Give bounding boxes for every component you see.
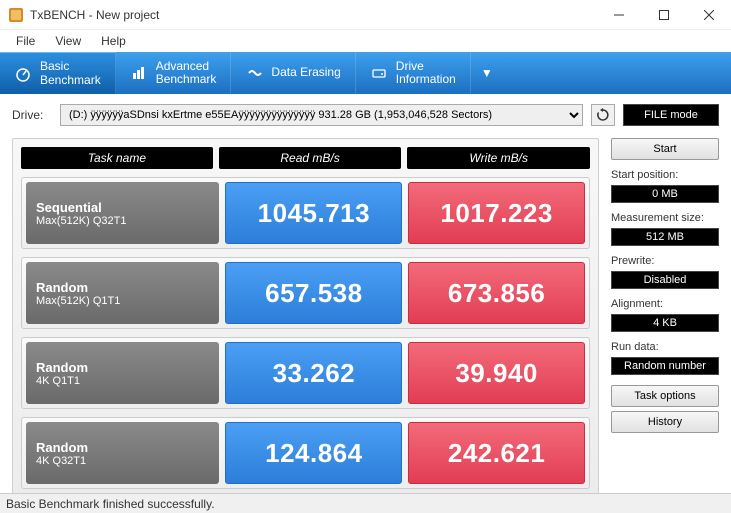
prewrite-value[interactable]: Disabled <box>611 271 719 289</box>
result-row: Random4K Q32T1 124.864 242.621 <box>21 417 590 489</box>
refresh-button[interactable] <box>591 104 615 126</box>
tab-dropdown[interactable]: ▼ <box>471 52 503 94</box>
prewrite-label: Prewrite: <box>611 255 719 267</box>
run-data-label: Run data: <box>611 341 719 353</box>
write-value: 1017.223 <box>408 182 585 244</box>
app-icon <box>8 7 24 23</box>
task-cell: SequentialMax(512K) Q32T1 <box>26 182 219 244</box>
start-position-label: Start position: <box>611 169 719 181</box>
result-row: RandomMax(512K) Q1T1 657.538 673.856 <box>21 257 590 329</box>
task-cell: RandomMax(512K) Q1T1 <box>26 262 219 324</box>
minimize-button[interactable] <box>596 0 641 30</box>
read-value: 657.538 <box>225 262 402 324</box>
erase-icon <box>245 64 263 82</box>
tab-drive-information[interactable]: Drive Information <box>356 52 471 94</box>
gauge-icon <box>14 65 32 83</box>
start-button[interactable]: Start <box>611 138 719 160</box>
header-task: Task name <box>21 147 213 169</box>
menu-file[interactable]: File <box>6 32 45 50</box>
refresh-icon <box>596 108 610 122</box>
run-data-value[interactable]: Random number <box>611 357 719 375</box>
file-mode-button[interactable]: FILE mode <box>623 104 719 126</box>
status-bar: Basic Benchmark finished successfully. <box>0 493 731 513</box>
menu-help[interactable]: Help <box>91 32 136 50</box>
drive-icon <box>370 64 388 82</box>
tab-data-erasing[interactable]: Data Erasing <box>231 52 355 94</box>
tab-label: Basic Benchmark <box>40 60 101 86</box>
write-value: 39.940 <box>408 342 585 404</box>
sidebar: Start Start position: 0 MB Measurement s… <box>611 138 719 502</box>
tab-advanced-benchmark[interactable]: Advanced Benchmark <box>116 52 232 94</box>
result-row: SequentialMax(512K) Q32T1 1045.713 1017.… <box>21 177 590 249</box>
task-cell: Random4K Q32T1 <box>26 422 219 484</box>
start-position-value[interactable]: 0 MB <box>611 185 719 203</box>
read-value: 124.864 <box>225 422 402 484</box>
chevron-down-icon: ▼ <box>481 66 493 80</box>
drive-label: Drive: <box>12 108 52 122</box>
read-value: 33.262 <box>225 342 402 404</box>
close-button[interactable] <box>686 0 731 30</box>
header-read: Read mB/s <box>219 147 402 169</box>
task-options-button[interactable]: Task options <box>611 385 719 407</box>
header-write: Write mB/s <box>407 147 590 169</box>
write-value: 242.621 <box>408 422 585 484</box>
tab-basic-benchmark[interactable]: Basic Benchmark <box>0 52 116 94</box>
measurement-size-label: Measurement size: <box>611 212 719 224</box>
history-button[interactable]: History <box>611 411 719 433</box>
results-panel: Task name Read mB/s Write mB/s Sequentia… <box>12 138 599 502</box>
tab-label: Data Erasing <box>271 66 340 79</box>
tab-label: Drive Information <box>396 60 456 86</box>
bars-icon <box>130 64 148 82</box>
maximize-button[interactable] <box>641 0 686 30</box>
task-cell: Random4K Q1T1 <box>26 342 219 404</box>
drive-select[interactable]: (D:) ÿÿÿÿÿÿaSDnsi kxErtme e55EAÿÿÿÿÿÿÿÿÿ… <box>60 104 583 126</box>
tab-label: Advanced Benchmark <box>156 60 217 86</box>
menu-view[interactable]: View <box>45 32 91 50</box>
alignment-value[interactable]: 4 KB <box>611 314 719 332</box>
window-title: TxBENCH - New project <box>30 8 596 22</box>
measurement-size-value[interactable]: 512 MB <box>611 228 719 246</box>
alignment-label: Alignment: <box>611 298 719 310</box>
read-value: 1045.713 <box>225 182 402 244</box>
result-row: Random4K Q1T1 33.262 39.940 <box>21 337 590 409</box>
write-value: 673.856 <box>408 262 585 324</box>
